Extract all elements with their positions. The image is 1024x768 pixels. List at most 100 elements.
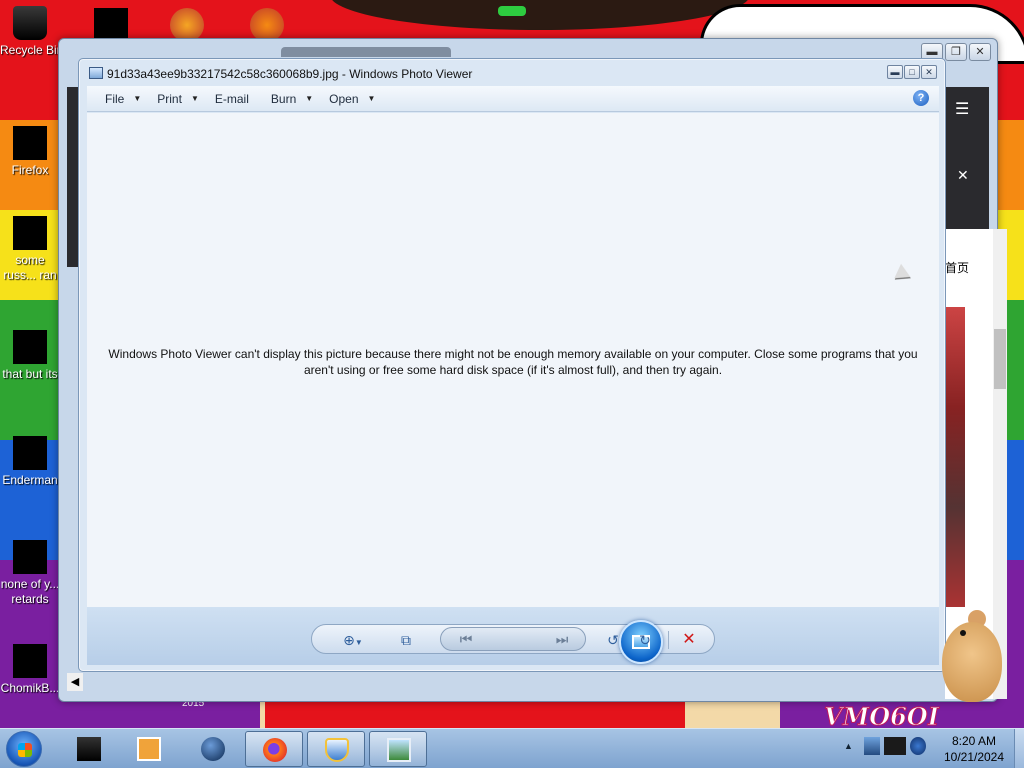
taskbar-firefox[interactable] (245, 731, 303, 767)
tray-app-icon[interactable] (864, 737, 880, 755)
desktop-icon-partial[interactable] (250, 8, 284, 42)
windows-logo-icon (18, 743, 32, 757)
app-icon (13, 540, 47, 574)
taskbar-globe[interactable] (184, 731, 242, 767)
zoom-icon[interactable]: ⊕▼ (338, 630, 368, 650)
chevron-down-icon: ▼ (367, 94, 376, 103)
window-controls: ▬ □ ✕ (887, 65, 937, 79)
globe-icon (201, 737, 225, 761)
taskbar-app-1[interactable] (60, 731, 118, 767)
system-tray (864, 737, 926, 755)
chevron-down-icon: ▼ (133, 94, 142, 103)
desktop-icon-label: none of y... retards kn... (0, 577, 60, 606)
tray-shield-icon[interactable] (910, 737, 926, 755)
menu-label: File (105, 91, 125, 106)
hamster-mascot (934, 608, 1004, 704)
start-button[interactable] (6, 731, 42, 767)
fit-window-icon[interactable]: ⧉ (394, 630, 418, 650)
media-player-icon (137, 737, 161, 761)
wallpaper-logo: VMO6OI (824, 702, 940, 729)
rotate-clockwise-icon[interactable]: ↻ (634, 630, 656, 650)
system-clock[interactable]: 8:20 AM 10/21/2024 (934, 733, 1014, 765)
desktop-icon-label: Recycle Bin (0, 43, 60, 57)
clock-date: 10/21/2024 (943, 750, 1005, 764)
wallpaper-shape (265, 700, 685, 728)
desktop-icon-label: some russ... ran a ra... (3, 253, 57, 282)
close-button[interactable]: ✕ (921, 65, 937, 79)
hamburger-icon[interactable]: ☰ (955, 99, 969, 119)
command-bar: File ▼ Print ▼ E-mail Burn ▼ Open ▼ ? (87, 86, 939, 112)
terminal-icon (13, 436, 47, 470)
desktop-icon-recycle-bin[interactable]: Recycle Bin (0, 6, 60, 58)
recycle-bin-icon (13, 6, 47, 40)
close-button[interactable]: ✕ (969, 43, 991, 61)
desktop-icon-partial[interactable] (94, 8, 128, 42)
photo-viewer-icon (387, 738, 411, 762)
toolbar-divider (668, 631, 669, 649)
chevron-down-icon: ▼ (190, 94, 199, 103)
menu-email[interactable]: E-mail (207, 88, 257, 110)
shield-icon (325, 738, 349, 762)
menu-label: Print (157, 91, 182, 106)
bottom-control-bar: ⊕▼ ⧉ ⏮ ⏭ ↺ ↻ ✕ (87, 607, 939, 665)
photo-viewer-window[interactable]: 91d33a43ee9b33217542c58c360068b9.jpg - W… (78, 58, 946, 672)
hamster-icon (13, 644, 47, 678)
desktop-icon-partial[interactable] (170, 8, 204, 42)
minimize-button[interactable]: ▬ (887, 65, 903, 79)
navigation-group: ⏮ ⏭ (440, 620, 663, 664)
desktop-icon-chomik[interactable]: ChomikB... (0, 644, 60, 696)
taskbar-photo-viewer[interactable] (369, 731, 427, 767)
menu-label: E-mail (214, 91, 249, 106)
wallpaper-shape (330, 0, 750, 30)
clock-time: 8:20 AM (951, 734, 997, 748)
scroll-left-button[interactable]: ◀ (67, 673, 83, 691)
close-icon[interactable]: ✕ (957, 167, 969, 184)
title-bar[interactable]: 91d33a43ee9b33217542c58c360068b9.jpg - W… (87, 63, 937, 85)
desktop-icon-label: Firefox (11, 163, 49, 177)
menu-open[interactable]: Open ▼ (321, 88, 383, 110)
rotate-counterclockwise-icon[interactable]: ↺ (602, 630, 624, 650)
desktop-icon-label: that but its (2, 367, 58, 381)
desktop-icon-firefox[interactable]: Firefox (0, 126, 60, 178)
hamster-body (942, 622, 1002, 702)
stack-icon (13, 330, 47, 364)
photo-viewer-icon (89, 67, 103, 79)
black-box-icon (77, 737, 101, 761)
background-image (945, 307, 965, 607)
background-tab[interactable] (281, 47, 451, 57)
firefox-icon (263, 738, 287, 762)
desktop-icon-enderman[interactable]: Enderman (0, 436, 60, 488)
background-page-link[interactable]: 首页 (945, 259, 969, 276)
playback-toolbar: ⊕▼ ⧉ ⏮ ⏭ ↺ ↻ ✕ (311, 620, 715, 664)
chevron-down-icon: ▼ (305, 94, 314, 103)
show-hidden-icons-button[interactable]: ▲ (844, 741, 853, 751)
menu-burn[interactable]: Burn ▼ (263, 88, 321, 110)
menu-label: Burn (270, 91, 297, 106)
maximize-button[interactable]: □ (904, 65, 920, 79)
help-icon[interactable]: ? (913, 90, 929, 106)
scrollbar-thumb[interactable] (994, 329, 1006, 389)
window-title: 91d33a43ee9b33217542c58c360068b9.jpg - W… (107, 67, 473, 81)
previous-icon[interactable]: ⏮ (453, 629, 479, 649)
desktop-icon-label: Enderman (2, 473, 58, 487)
desktop-icon-file[interactable]: some russ... ran a ra... (0, 216, 60, 283)
desktop-icon-app[interactable]: none of y... retards kn... (0, 540, 60, 607)
file-icon (13, 216, 47, 250)
image-view-area[interactable]: Windows Photo Viewer can't display this … (87, 113, 939, 607)
show-desktop-button[interactable] (1014, 729, 1024, 768)
desktop-icon-stack[interactable]: that but its (0, 330, 60, 382)
menu-file[interactable]: File ▼ (97, 88, 149, 110)
error-message: Windows Photo Viewer can't display this … (108, 347, 918, 377)
network-icon[interactable] (884, 737, 906, 755)
wallpaper-shape (498, 6, 526, 16)
maximize-button[interactable]: ❐ (945, 43, 967, 61)
desktop-icon-label: ChomikB... (0, 681, 60, 695)
delete-icon[interactable]: ✕ (678, 630, 700, 650)
taskbar-media-player[interactable] (120, 731, 178, 767)
menu-label: Open (329, 91, 359, 106)
menu-print[interactable]: Print ▼ (149, 88, 207, 110)
taskbar: ▲ 8:20 AM 10/21/2024 (0, 728, 1024, 768)
next-icon[interactable]: ⏭ (549, 629, 575, 649)
hamster-eye (960, 630, 966, 636)
taskbar-security[interactable] (307, 731, 365, 767)
